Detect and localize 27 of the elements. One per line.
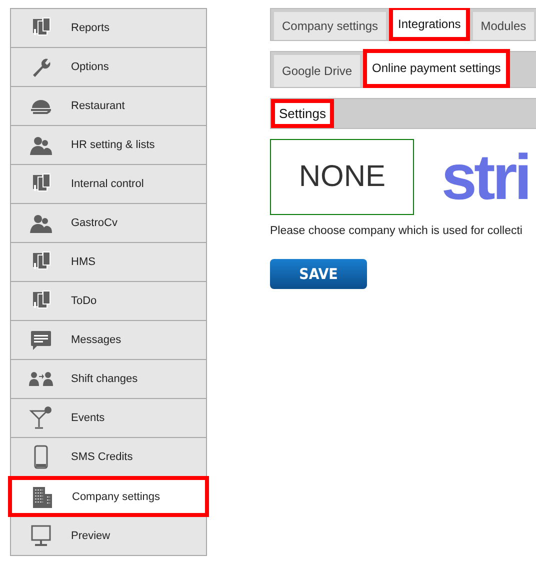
sidebar-item[interactable]: HR setting & lists (10, 126, 207, 165)
building-icon (30, 484, 54, 508)
tab[interactable]: Google Drive (274, 55, 360, 87)
tab[interactable]: Online payment settings (364, 50, 509, 87)
sidebar-item[interactable]: Company settings (8, 476, 209, 517)
provider-option[interactable]: NONE (270, 139, 414, 215)
sidebar-item[interactable]: SMS Credits (10, 438, 207, 477)
save-button[interactable]: SAVE (270, 259, 367, 289)
tab[interactable]: Company settings (274, 12, 386, 40)
sidebar-item[interactable]: Options (10, 48, 207, 87)
sidebar-item[interactable]: Events (10, 399, 207, 438)
description-text: Please choose company which is used for collecti (270, 225, 524, 237)
sidebar-item[interactable]: HMS (10, 243, 207, 282)
sidebar-item[interactable]: Messages (10, 321, 207, 360)
tab[interactable]: Integrations (390, 8, 469, 40)
sidebar-item[interactable]: Internal control (10, 165, 207, 204)
monitor-icon (29, 524, 53, 548)
sidebar-item[interactable]: ToDo (10, 282, 207, 321)
tab[interactable]: Modules (472, 12, 534, 40)
message-icon (29, 328, 53, 352)
sidebar-item[interactable]: Restaurant (10, 87, 207, 126)
sidebar-item[interactable]: Reports (10, 8, 207, 48)
cocktail-icon (29, 406, 53, 430)
sidebar-item[interactable]: GastroCv (10, 204, 207, 243)
sidebar-item[interactable]: Preview (10, 517, 207, 556)
sidebar-item[interactable]: Shift changes (10, 360, 207, 399)
section-tab[interactable]: Settings (271, 99, 334, 128)
